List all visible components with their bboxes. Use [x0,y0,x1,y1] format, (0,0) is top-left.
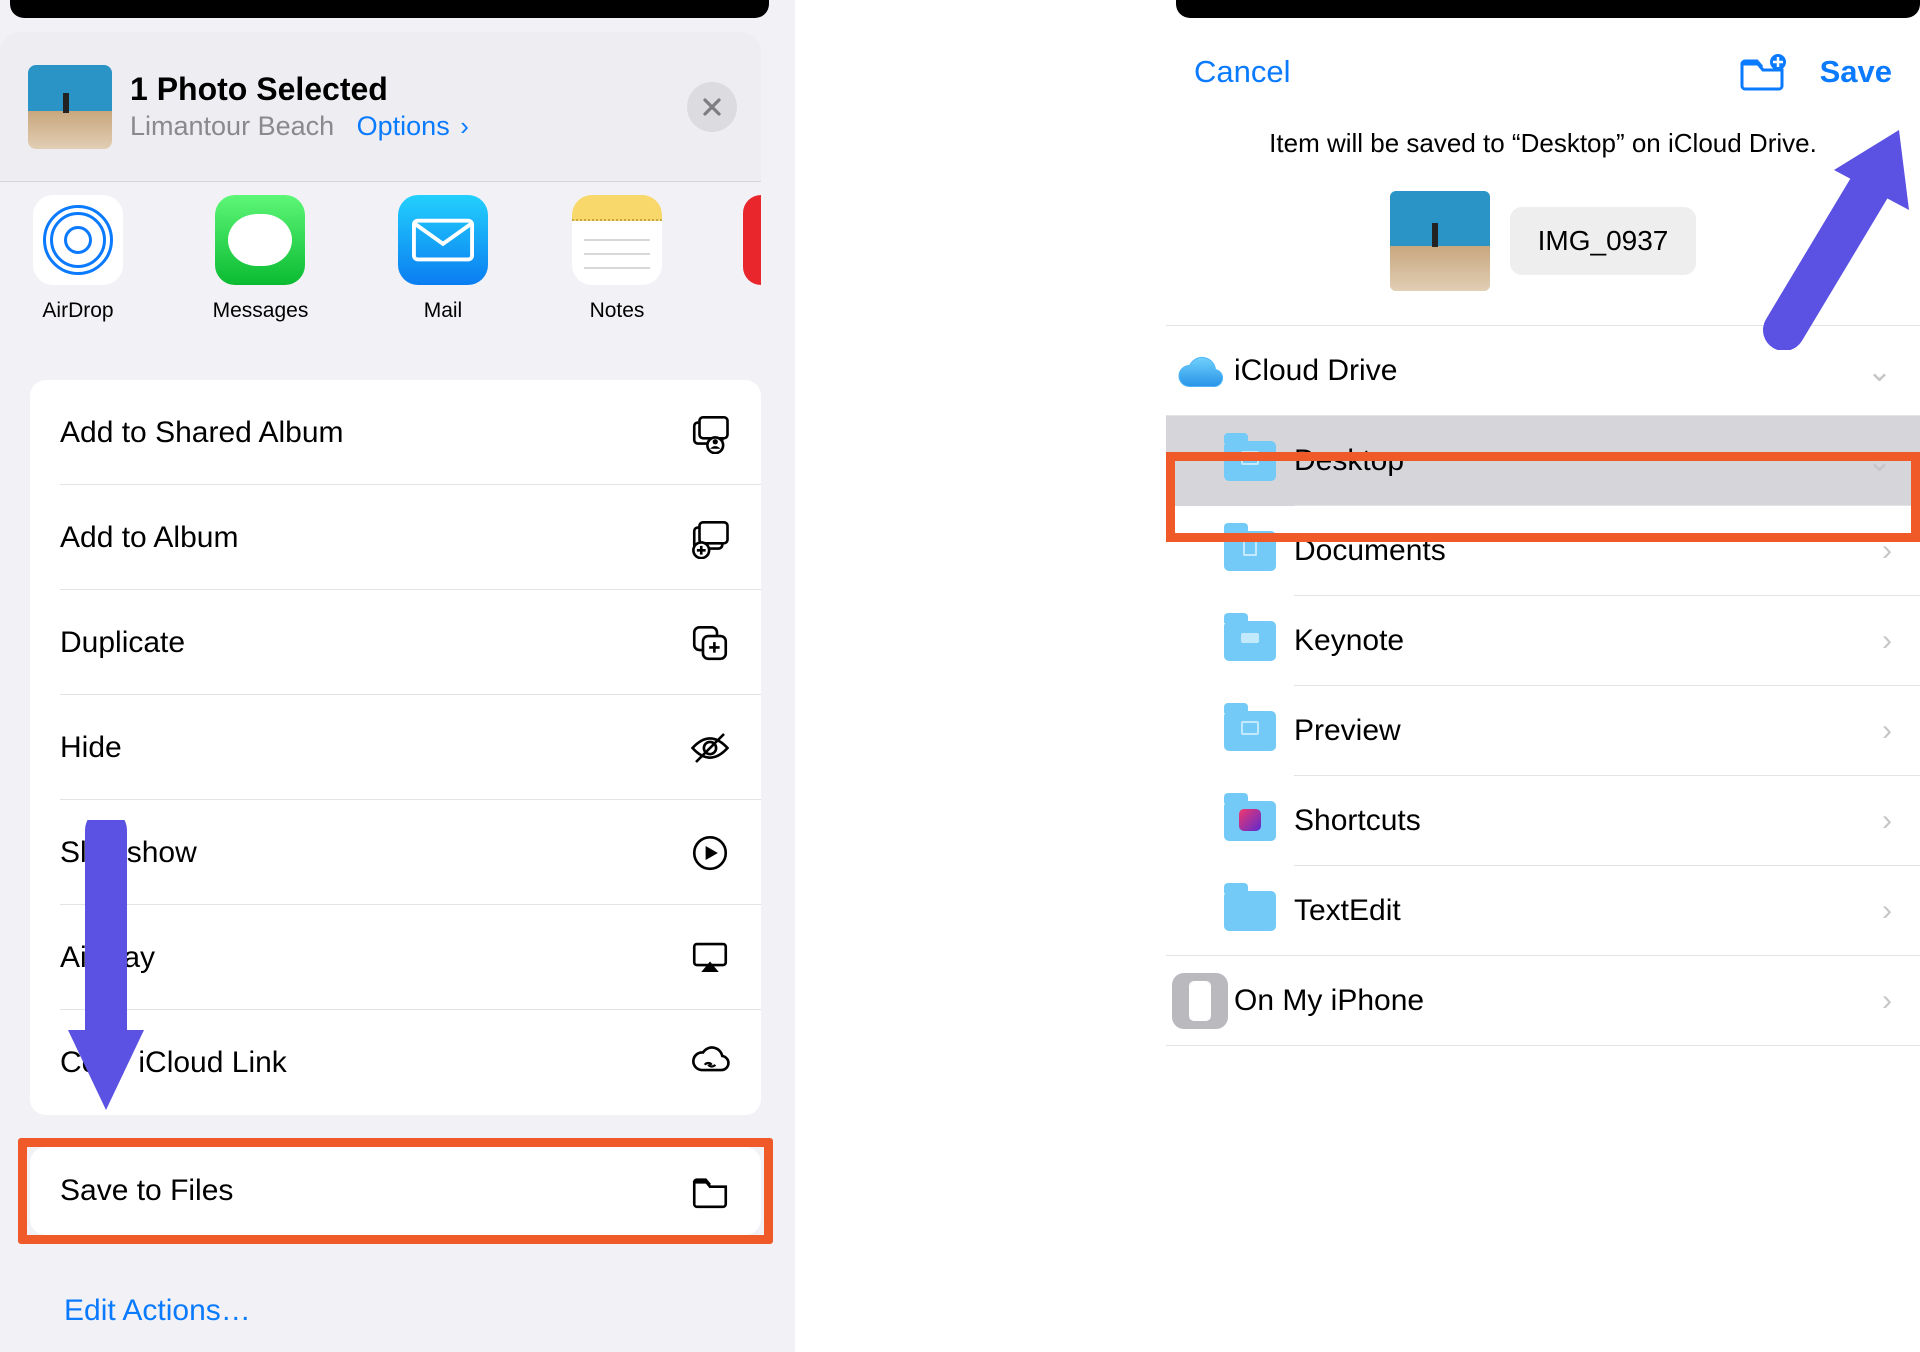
location-desktop[interactable]: Desktop ⌄ [1166,416,1920,506]
app-label: AirDrop [42,299,113,323]
chevron-down-icon: ⌄ [1867,354,1892,389]
app-label: Notes [590,299,645,323]
chevron-right-icon: › [1882,984,1892,1018]
cancel-button[interactable]: Cancel [1194,54,1291,90]
save-to-files-panel: Cancel Save Item will be saved to “Deskt… [1132,0,1920,1352]
location-label: On My iPhone [1234,984,1882,1018]
action-label: Slideshow [60,836,197,870]
action-save-to-files[interactable]: Save to Files [30,1147,761,1235]
location-label: Documents [1294,534,1882,568]
cloud-link-icon [689,1042,731,1084]
share-title-block: 1 Photo Selected Limantour Beach Options… [130,71,469,142]
share-options-link[interactable]: Options [357,111,450,141]
location-textedit[interactable]: TextEdit › [1166,866,1920,956]
app-airdrop[interactable]: AirDrop [30,195,126,323]
album-icon [689,517,731,559]
location-shortcuts[interactable]: Shortcuts › [1166,776,1920,866]
close-button[interactable] [687,82,737,132]
location-label: Preview [1294,714,1882,748]
share-subtitle: Limantour Beach Options › [130,111,469,142]
folder-icon [1224,441,1276,481]
nav-bar: Cancel Save [1166,28,1920,102]
location-list: iCloud Drive ⌄ Desktop ⌄ Documents › Key… [1166,325,1920,1046]
app-label: Messages [213,299,309,323]
shared-album-icon [689,412,731,454]
folder-icon [1224,801,1276,841]
notes-icon [572,195,662,285]
new-folder-icon [1738,52,1786,92]
share-title: 1 Photo Selected [130,71,469,108]
hide-icon [689,727,731,769]
location-label: TextEdit [1294,894,1882,928]
status-bar-shadow [1176,0,1920,18]
chevron-right-icon: › [1882,624,1892,658]
share-app-row[interactable]: AirDrop Messages Mail Notes [0,187,761,352]
share-header: 1 Photo Selected Limantour Beach Options… [0,32,761,182]
action-add-shared-album[interactable]: Add to Shared Album [30,380,761,485]
location-on-my-iphone[interactable]: On My iPhone › [1166,956,1920,1046]
action-copy-icloud-link[interactable]: Copy iCloud Link [30,1010,761,1115]
location-label: iCloud Drive [1234,354,1867,388]
action-label: Duplicate [60,626,185,660]
share-thumbnail [28,65,112,149]
location-preview[interactable]: Preview › [1166,686,1920,776]
action-label: Add to Shared Album [60,416,344,450]
chevron-right-icon: › [1882,894,1892,928]
action-duplicate[interactable]: Duplicate [30,590,761,695]
folder-icon [689,1170,731,1212]
new-folder-button[interactable] [1738,52,1786,92]
action-slideshow[interactable]: Slideshow [30,800,761,905]
file-preview: IMG_0937 [1166,191,1920,291]
files-sheet: Cancel Save Item will be saved to “Deskt… [1166,28,1920,1352]
location-label: Keynote [1294,624,1882,658]
share-sheet-panel: 1 Photo Selected Limantour Beach Options… [0,0,795,1352]
mail-icon [398,195,488,285]
file-thumbnail [1390,191,1490,291]
folder-icon [1224,531,1276,571]
filename-field[interactable]: IMG_0937 [1510,207,1697,275]
folder-icon [1224,621,1276,661]
location-label: Desktop [1294,444,1867,478]
chevron-right-icon: › [1882,714,1892,748]
save-caption: Item will be saved to “Desktop” on iClou… [1166,128,1920,159]
status-bar-shadow [10,0,769,18]
save-to-files-card: Save to Files [30,1147,761,1235]
action-label: Copy iCloud Link [60,1046,287,1080]
action-label: Save to Files [60,1174,233,1208]
app-mail[interactable]: Mail [395,195,491,323]
folder-icon [1224,891,1276,931]
chevron-right-icon: › [1882,804,1892,838]
action-label: AirPlay [60,941,155,975]
action-airplay[interactable]: AirPlay [30,905,761,1010]
chevron-right-icon: › [460,111,469,141]
duplicate-icon [689,622,731,664]
location-icloud-drive[interactable]: iCloud Drive ⌄ [1166,326,1920,416]
play-icon [689,832,731,874]
airplay-icon [689,937,731,979]
action-label: Hide [60,731,122,765]
action-hide[interactable]: Hide [30,695,761,800]
app-notes[interactable]: Notes [569,195,665,323]
location-label: Shortcuts [1294,804,1882,838]
app-messages[interactable]: Messages [204,195,317,323]
actions-list: Add to Shared Album Add to Album Duplica… [30,380,761,1115]
app-peek-icon [743,195,761,285]
location-keynote[interactable]: Keynote › [1166,596,1920,686]
icloud-icon [1175,354,1225,388]
chevron-down-icon: ⌄ [1867,444,1892,479]
iphone-icon [1172,973,1228,1029]
airdrop-icon [33,195,123,285]
app-label: Mail [424,299,463,323]
action-label: Add to Album [60,521,238,555]
action-add-album[interactable]: Add to Album [30,485,761,590]
share-location: Limantour Beach [130,111,334,141]
edit-actions-link[interactable]: Edit Actions… [64,1294,251,1328]
messages-icon [215,195,305,285]
app-more-peek[interactable] [743,195,761,285]
folder-icon [1224,711,1276,751]
save-button[interactable]: Save [1820,54,1892,90]
chevron-right-icon: › [1882,534,1892,568]
close-icon [700,95,724,119]
location-documents[interactable]: Documents › [1166,506,1920,596]
